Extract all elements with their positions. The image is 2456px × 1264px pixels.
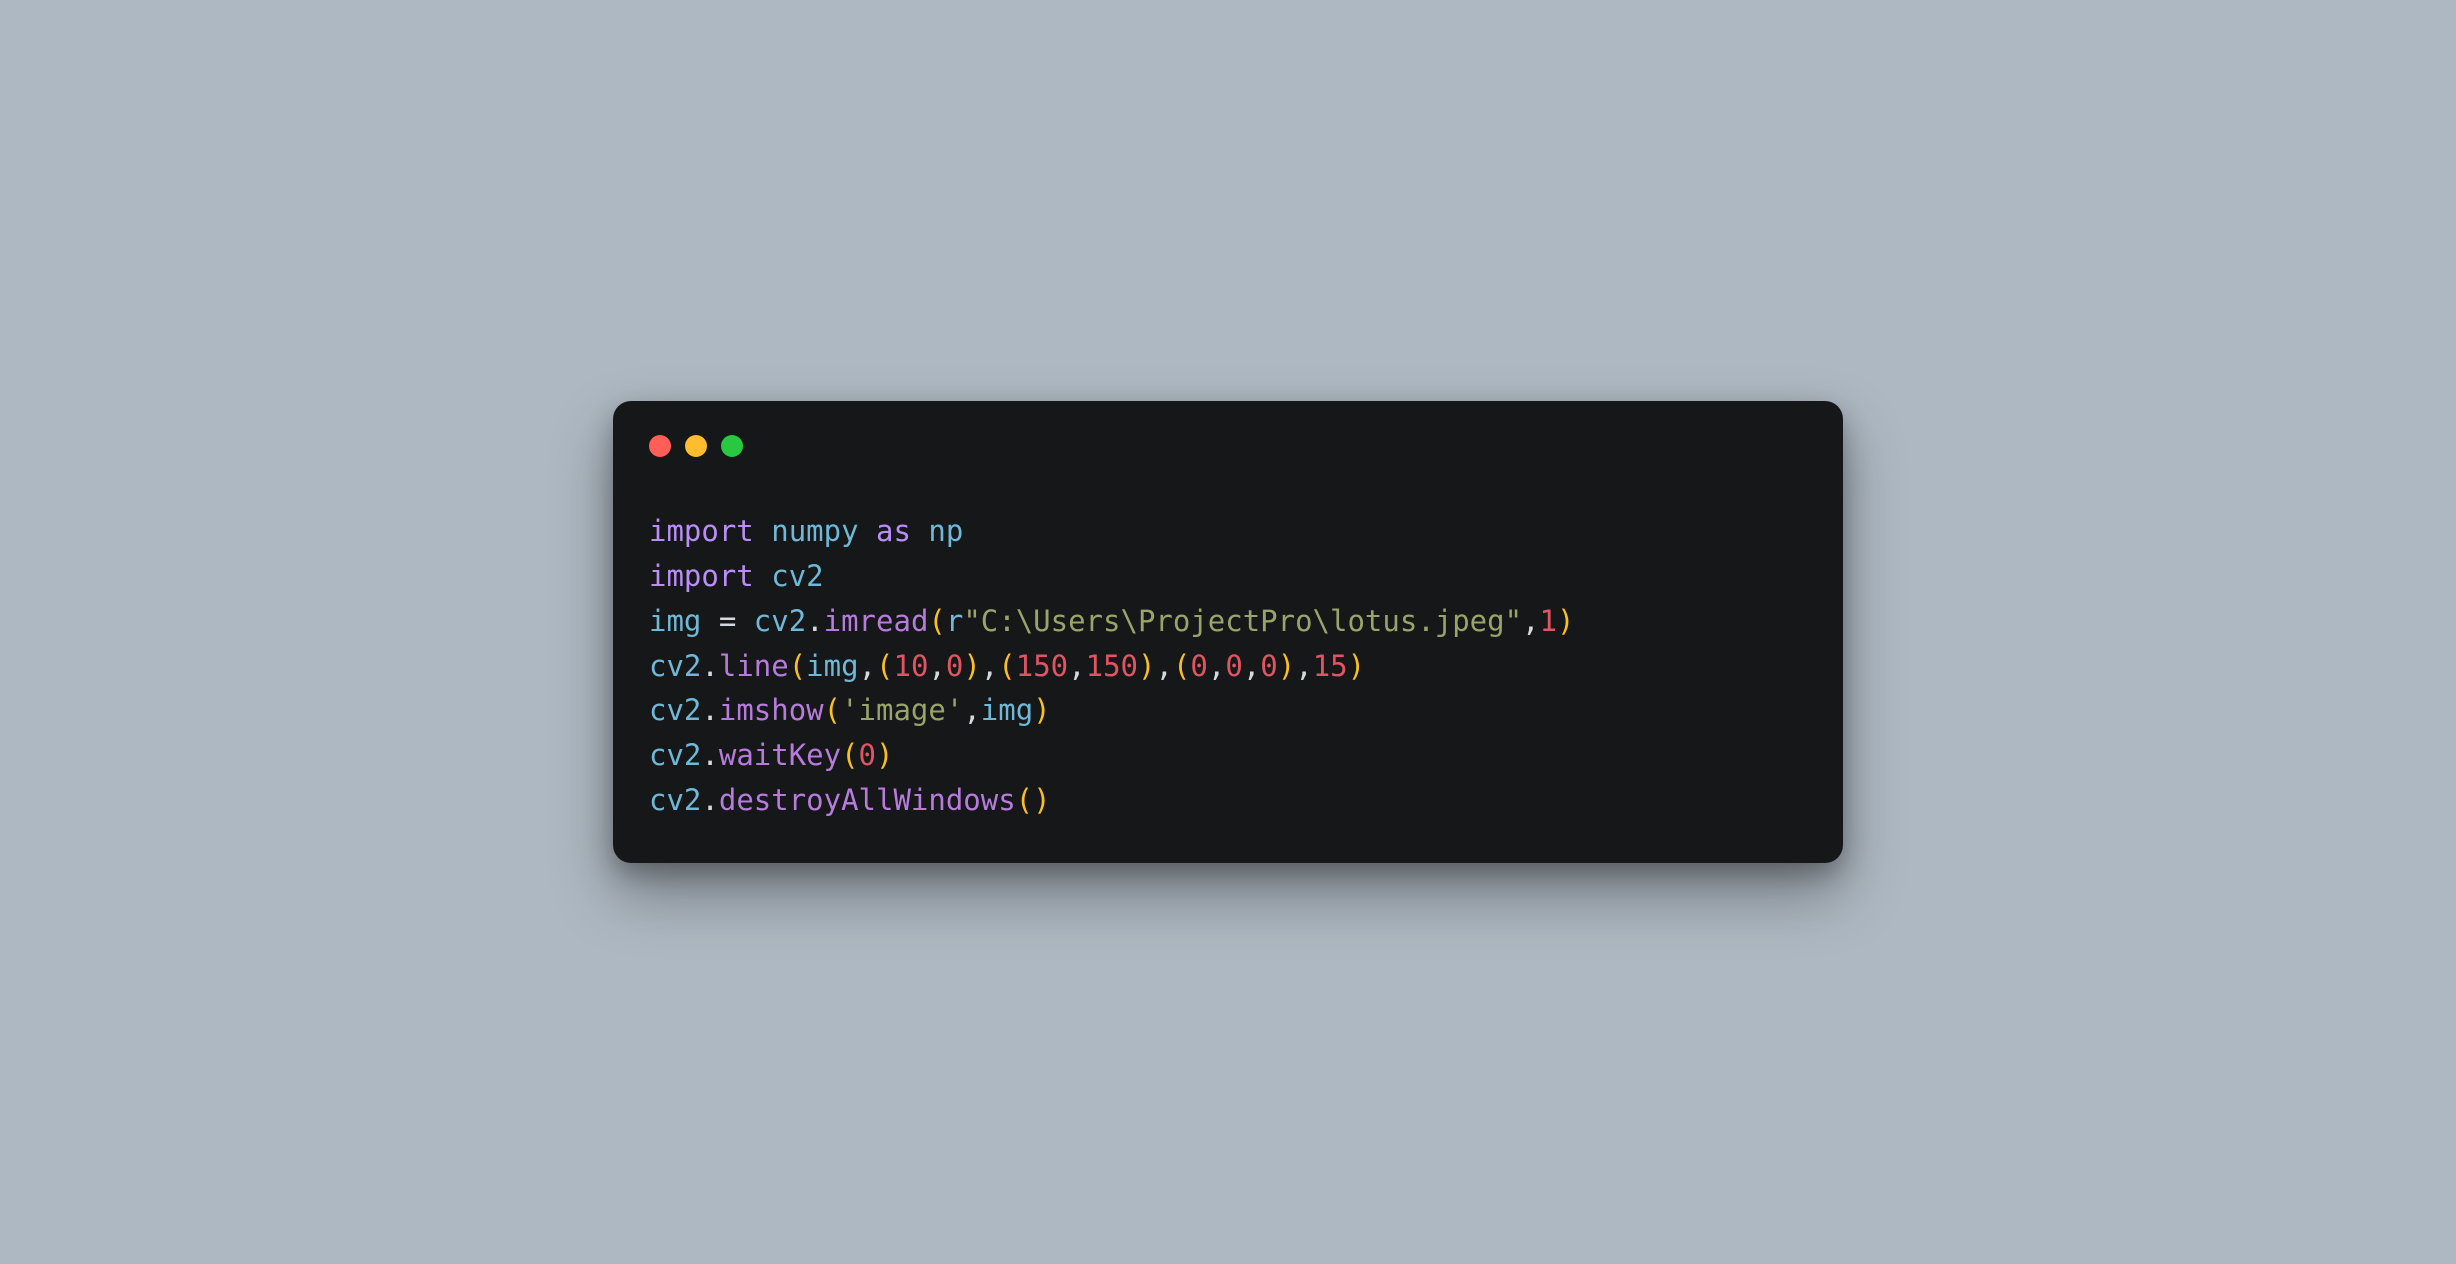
code-line: cv2.line(img,(10,0),(150,150),(0,0,0),15… <box>649 649 1365 683</box>
dot-operator: . <box>701 649 718 683</box>
number-literal: 0 <box>1225 649 1242 683</box>
minimize-icon[interactable] <box>685 435 707 457</box>
paren-close: ) <box>1348 649 1365 683</box>
paren-open: ( <box>1016 783 1033 817</box>
number-literal: 0 <box>859 738 876 772</box>
module-cv2: cv2 <box>771 559 823 593</box>
identifier-cv2: cv2 <box>754 604 806 638</box>
maximize-icon[interactable] <box>721 435 743 457</box>
string-prefix-r: r <box>946 604 963 638</box>
dot-operator: . <box>806 604 823 638</box>
code-line: img = cv2.imread(r"C:\Users\ProjectPro\l… <box>649 604 1574 638</box>
keyword-import: import <box>649 514 754 548</box>
comma: , <box>1208 649 1225 683</box>
dot-operator: . <box>701 738 718 772</box>
comma: , <box>859 649 876 683</box>
number-literal: 15 <box>1313 649 1348 683</box>
code-line: cv2.waitKey(0) <box>649 738 893 772</box>
number-literal: 150 <box>1086 649 1138 683</box>
keyword-as: as <box>876 514 911 548</box>
paren-open: ( <box>928 604 945 638</box>
paren-open: ( <box>841 738 858 772</box>
number-literal: 0 <box>1260 649 1277 683</box>
identifier-cv2: cv2 <box>649 738 701 772</box>
comma: , <box>1522 604 1539 638</box>
operator-assign: = <box>701 604 753 638</box>
number-literal: 150 <box>1016 649 1068 683</box>
dot-operator: . <box>701 783 718 817</box>
identifier-img: img <box>981 693 1033 727</box>
paren-open: ( <box>1173 649 1190 683</box>
function-destroyallwindows: destroyAllWindows <box>719 783 1016 817</box>
number-literal: 1 <box>1540 604 1557 638</box>
paren-close: ) <box>1033 693 1050 727</box>
dot-operator: . <box>701 693 718 727</box>
string-literal: "C:\Users\ProjectPro\lotus.jpeg" <box>963 604 1522 638</box>
code-line: cv2.imshow('image',img) <box>649 693 1051 727</box>
number-literal: 0 <box>946 649 963 683</box>
paren-open: ( <box>824 693 841 727</box>
module-numpy: numpy <box>771 514 858 548</box>
paren-close: ) <box>1033 783 1050 817</box>
function-line: line <box>719 649 789 683</box>
paren-open: ( <box>789 649 806 683</box>
paren-close: ) <box>1557 604 1574 638</box>
function-imshow: imshow <box>719 693 824 727</box>
paren-close: ) <box>1278 649 1295 683</box>
paren-open: ( <box>998 649 1015 683</box>
keyword-import: import <box>649 559 754 593</box>
comma: , <box>963 693 980 727</box>
code-window: import numpy as np import cv2 img = cv2.… <box>613 401 1843 864</box>
number-literal: 10 <box>894 649 929 683</box>
identifier-img: img <box>649 604 701 638</box>
comma: , <box>1243 649 1260 683</box>
function-imread: imread <box>824 604 929 638</box>
code-block: import numpy as np import cv2 img = cv2.… <box>649 509 1807 824</box>
code-line: import cv2 <box>649 559 824 593</box>
identifier-img: img <box>806 649 858 683</box>
code-line: cv2.destroyAllWindows() <box>649 783 1051 817</box>
comma: , <box>1155 649 1172 683</box>
paren-close: ) <box>963 649 980 683</box>
comma: , <box>1068 649 1085 683</box>
string-literal: 'image' <box>841 693 963 727</box>
close-icon[interactable] <box>649 435 671 457</box>
paren-close: ) <box>876 738 893 772</box>
paren-close: ) <box>1138 649 1155 683</box>
window-titlebar <box>649 429 1807 457</box>
code-line: import numpy as np <box>649 514 963 548</box>
function-waitkey: waitKey <box>719 738 841 772</box>
comma: , <box>981 649 998 683</box>
identifier-cv2: cv2 <box>649 783 701 817</box>
identifier-cv2: cv2 <box>649 693 701 727</box>
alias-np: np <box>928 514 963 548</box>
identifier-cv2: cv2 <box>649 649 701 683</box>
number-literal: 0 <box>1190 649 1207 683</box>
comma: , <box>1295 649 1312 683</box>
paren-open: ( <box>876 649 893 683</box>
comma: , <box>928 649 945 683</box>
